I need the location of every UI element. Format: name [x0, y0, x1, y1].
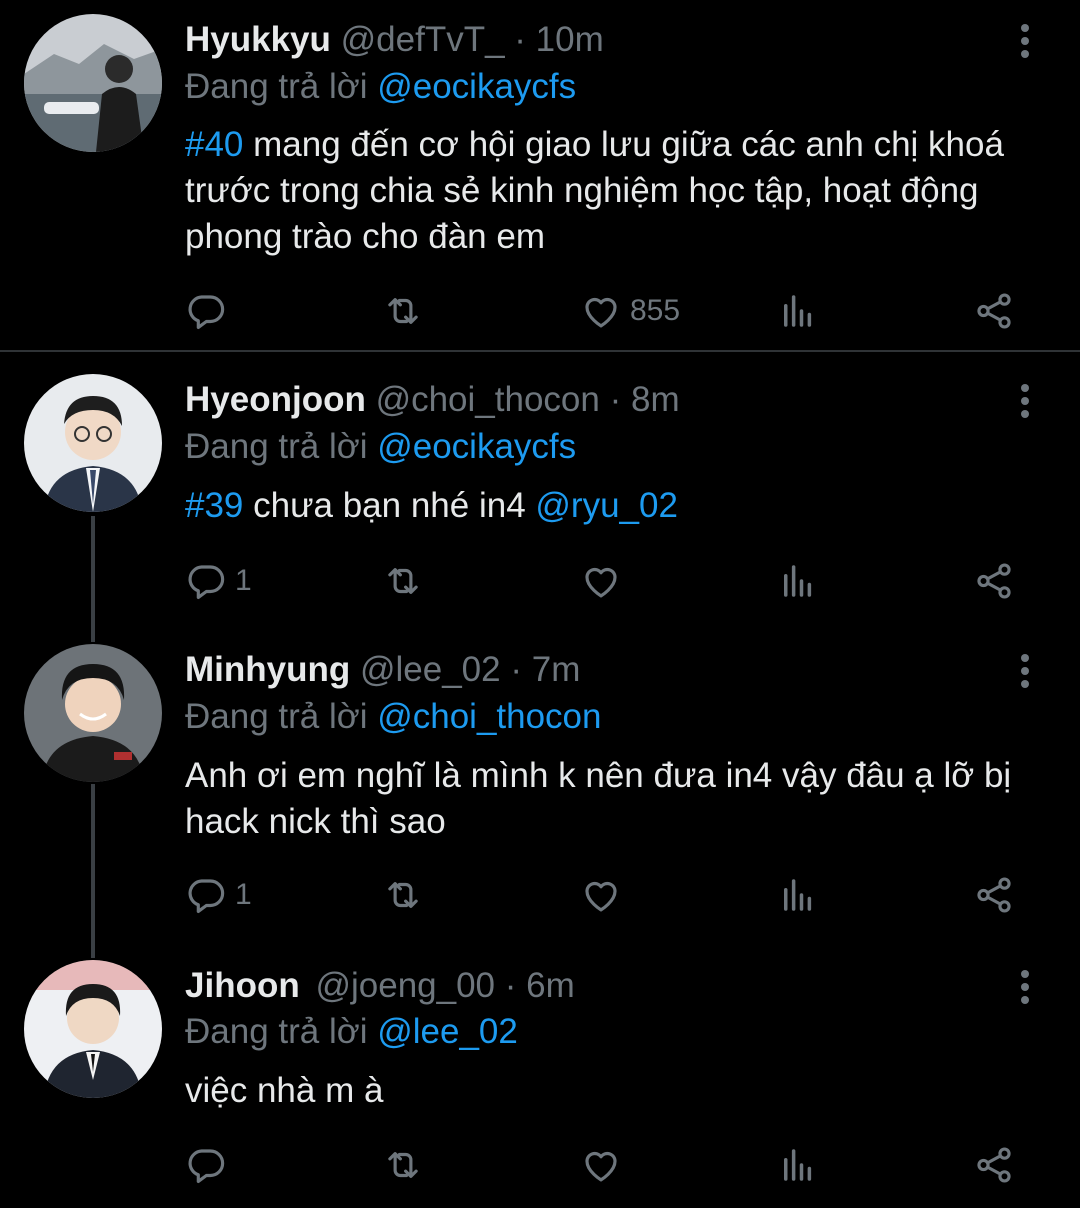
avatar[interactable] — [24, 644, 162, 782]
retweet-button[interactable] — [382, 1140, 424, 1190]
tweet-body: Anh ơi em nghĩ là mình k nên đưa in4 vậy… — [185, 756, 1012, 841]
reply-count: 1 — [235, 878, 252, 911]
replying-to: Đang trả lời @eocikaycfs — [185, 67, 576, 107]
tweet-text: #40 mang đến cơ hội giao lưu giữa các an… — [185, 122, 1055, 260]
tweet-text: việc nhà m à — [185, 1068, 1055, 1114]
tweet-minhyung[interactable]: Minhyung @lee_02 · 7m Đang trả lời @choi… — [0, 622, 1080, 940]
retweet-button[interactable] — [382, 556, 424, 606]
reply-mention[interactable]: @eocikaycfs — [377, 67, 576, 106]
timestamp[interactable]: · 6m — [505, 966, 575, 1005]
timestamp[interactable]: · 8m — [610, 380, 680, 419]
tweet-body: chưa bạn nhé in4 — [243, 486, 536, 525]
tweet-body: mang đến cơ hội giao lưu giữa các anh ch… — [185, 125, 1004, 256]
reply-mention[interactable]: @eocikaycfs — [377, 427, 576, 466]
avatar[interactable] — [24, 374, 162, 512]
hashtag[interactable]: #39 — [185, 486, 243, 525]
like-count: 855 — [630, 294, 681, 327]
analytics-icon — [777, 1144, 819, 1186]
heart-icon — [580, 874, 622, 916]
share-button[interactable] — [973, 1140, 1015, 1190]
like-button[interactable]: 855 — [580, 286, 680, 336]
reply-button[interactable]: 1 — [185, 870, 252, 920]
tweet-text: Anh ơi em nghĩ là mình k nên đưa in4 vậy… — [185, 753, 1055, 845]
replying-to: Đang trả lời @lee_02 — [185, 1012, 518, 1052]
share-icon — [973, 1144, 1015, 1186]
handle[interactable]: @lee_02 — [360, 650, 501, 689]
reply-mention[interactable]: @choi_thocon — [377, 697, 601, 736]
tweet-header: Jihoon @joeng_00 · 6m — [185, 966, 575, 1006]
share-icon — [973, 874, 1015, 916]
retweet-button[interactable] — [382, 286, 424, 336]
analytics-button[interactable] — [777, 286, 819, 336]
share-icon — [973, 560, 1015, 602]
retweet-icon — [382, 560, 424, 602]
handle[interactable]: @choi_thocon — [376, 380, 600, 419]
action-bar: 855 — [185, 286, 1025, 336]
more-vertical-icon[interactable] — [1010, 384, 1040, 424]
display-name[interactable]: Jihoon — [185, 966, 300, 1005]
reply-icon — [185, 1144, 227, 1186]
retweet-icon — [382, 1144, 424, 1186]
analytics-button[interactable] — [777, 1140, 819, 1190]
more-vertical-icon[interactable] — [1010, 24, 1040, 64]
display-name[interactable]: Hyeonjoon — [185, 380, 366, 419]
analytics-icon — [777, 560, 819, 602]
body-mention[interactable]: @ryu_02 — [535, 486, 678, 525]
replying-label: Đang trả lời — [185, 427, 378, 466]
reply-mention[interactable]: @lee_02 — [377, 1012, 518, 1051]
analytics-button[interactable] — [777, 870, 819, 920]
hashtag[interactable]: #40 — [185, 125, 243, 164]
more-vertical-icon[interactable] — [1010, 654, 1040, 694]
timestamp[interactable]: · 7m — [510, 650, 580, 689]
avatar[interactable] — [24, 14, 162, 152]
reply-icon — [185, 290, 227, 332]
like-button[interactable] — [580, 1140, 630, 1190]
tweet-header: Hyeonjoon @choi_thocon · 8m — [185, 380, 680, 420]
share-button[interactable] — [973, 870, 1015, 920]
reply-button[interactable] — [185, 1140, 235, 1190]
tweet-header: Hyukkyu @defTvT_ · 10m — [185, 20, 604, 60]
handle[interactable]: @defTvT_ — [341, 20, 505, 59]
analytics-button[interactable] — [777, 556, 819, 606]
retweet-icon — [382, 874, 424, 916]
display-name[interactable]: Hyukkyu — [185, 20, 331, 59]
replying-label: Đang trả lời — [185, 1012, 378, 1051]
tweet-hyeonjoon[interactable]: Hyeonjoon @choi_thocon · 8m Đang trả lời… — [0, 352, 1080, 622]
retweet-button[interactable] — [382, 870, 424, 920]
share-button[interactable] — [973, 286, 1015, 336]
more-vertical-icon[interactable] — [1010, 970, 1040, 1010]
replying-to: Đang trả lời @choi_thocon — [185, 697, 602, 737]
action-bar — [185, 1140, 1025, 1190]
share-icon — [973, 290, 1015, 332]
analytics-icon — [777, 874, 819, 916]
replying-label: Đang trả lời — [185, 67, 378, 106]
like-button[interactable] — [580, 556, 630, 606]
tweet-jihoon[interactable]: Jihoon @joeng_00 · 6m Đang trả lời @lee_… — [0, 940, 1080, 1208]
replying-label: Đang trả lời — [185, 697, 378, 736]
avatar[interactable] — [24, 960, 162, 1098]
retweet-icon — [382, 290, 424, 332]
timestamp[interactable]: · 10m — [514, 20, 603, 59]
display-name[interactable]: Minhyung — [185, 650, 350, 689]
share-button[interactable] — [973, 556, 1015, 606]
heart-icon — [580, 290, 622, 332]
handle[interactable]: @joeng_00 — [315, 966, 495, 1005]
tweet-text: #39 chưa bạn nhé in4 @ryu_02 — [185, 483, 1055, 529]
tweet-body: việc nhà m à — [185, 1071, 384, 1110]
tweet-hyukkyu[interactable]: Hyukkyu @defTvT_ · 10m Đang trả lời @eoc… — [0, 0, 1080, 350]
reply-button[interactable] — [185, 286, 235, 336]
reply-icon — [185, 560, 227, 602]
reply-count: 1 — [235, 564, 252, 597]
reply-icon — [185, 874, 227, 916]
action-bar: 1 — [185, 556, 1025, 606]
heart-icon — [580, 1144, 622, 1186]
tweet-header: Minhyung @lee_02 · 7m — [185, 650, 580, 690]
analytics-icon — [777, 290, 819, 332]
replying-to: Đang trả lời @eocikaycfs — [185, 427, 576, 467]
heart-icon — [580, 560, 622, 602]
reply-button[interactable]: 1 — [185, 556, 252, 606]
action-bar: 1 — [185, 870, 1025, 920]
like-button[interactable] — [580, 870, 630, 920]
